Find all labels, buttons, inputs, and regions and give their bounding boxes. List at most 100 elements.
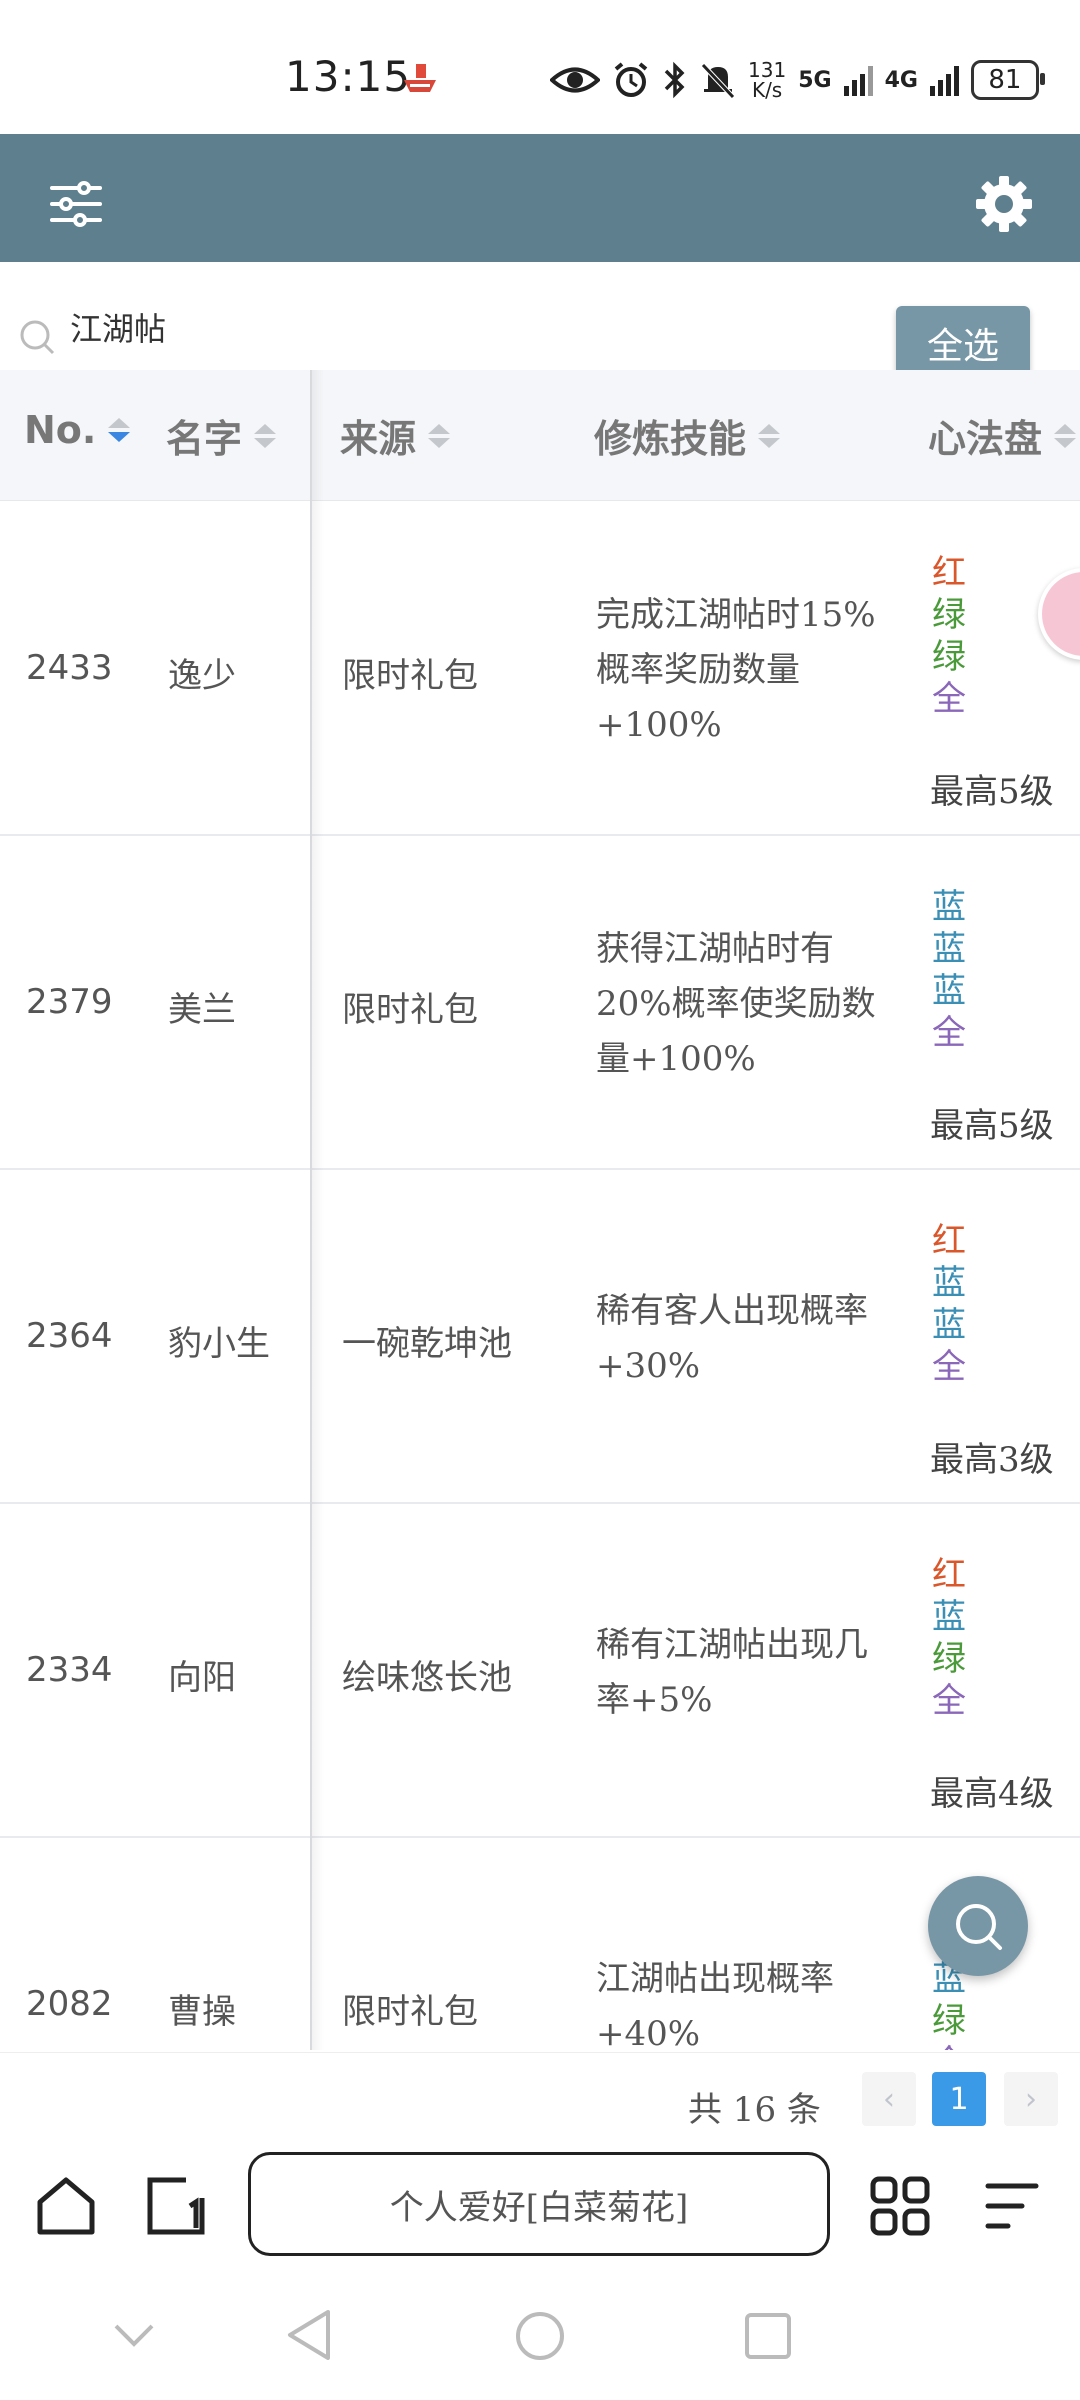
- network-speed: 131 K/s: [748, 60, 786, 100]
- sort-icon[interactable]: [428, 423, 451, 448]
- search-input[interactable]: 江湖帖: [70, 304, 166, 350]
- disk-slot: 全: [932, 1013, 966, 1053]
- next-page-button[interactable]: ›: [1004, 2072, 1058, 2126]
- eye-icon: [550, 67, 600, 93]
- cell-source: 绘味悠长池: [342, 1658, 512, 1698]
- signal-4g-icon: [929, 64, 959, 96]
- recents-icon[interactable]: [744, 2312, 792, 2360]
- bluetooth-icon: [664, 61, 685, 99]
- cell-no: 2334: [26, 1650, 113, 1690]
- home-circle-icon[interactable]: [514, 2310, 566, 2362]
- table-header: [0, 370, 1080, 501]
- cell-name: 向阳: [168, 1658, 236, 1698]
- cell-disk: 红 绿 绿 全: [932, 552, 966, 720]
- tabs-icon[interactable]: [146, 2176, 210, 2236]
- disk-slot: 全: [932, 1681, 966, 1721]
- disk-slot: 全: [932, 679, 966, 719]
- address-bar[interactable]: 个人爱好[白菜菊花]: [248, 2152, 830, 2256]
- network-4g: 4G: [884, 67, 918, 93]
- column-header-source[interactable]: 来源: [340, 408, 451, 463]
- mute-bell-icon: [701, 63, 735, 99]
- table-row[interactable]: 2433 逸少 限时礼包 完成江湖帖时15%概率奖励数量+100% 红 绿 绿 …: [0, 500, 1080, 836]
- cell-level: 最高5级: [930, 772, 1054, 812]
- disk-slot: 红: [932, 1221, 966, 1261]
- column-header-disk-label: 心法盘: [928, 416, 1043, 461]
- network-5g: 5G: [798, 67, 832, 93]
- disk-slot: 绿: [932, 595, 966, 635]
- cell-no: 2379: [26, 982, 113, 1022]
- cell-name: 曹操: [168, 1992, 236, 2032]
- column-header-no-label: No.: [24, 408, 97, 452]
- chevron-down-icon[interactable]: [112, 2320, 156, 2350]
- disk-slot: 绿: [932, 637, 966, 677]
- disk-slot: 蓝: [932, 1597, 966, 1637]
- table-row[interactable]: 2379 美兰 限时礼包 获得江湖帖时有20%概率使奖励数量+100% 蓝 蓝 …: [0, 834, 1080, 1170]
- sort-icon[interactable]: [108, 418, 131, 442]
- cell-skill: 获得江湖帖时有20%概率使奖励数量+100%: [596, 929, 876, 1079]
- search-icon: [956, 1904, 1002, 1950]
- cell-source: 限时礼包: [342, 656, 478, 696]
- speed-unit: K/s: [751, 78, 783, 102]
- column-header-no[interactable]: No.: [24, 408, 131, 452]
- floating-search-button[interactable]: [928, 1876, 1028, 1976]
- pagination: [0, 2052, 1080, 2153]
- cell-no: 2082: [26, 1984, 113, 2024]
- gear-icon[interactable]: [974, 174, 1034, 234]
- cell-name: 豹小生: [168, 1324, 270, 1364]
- disk-slot: 红: [932, 553, 966, 593]
- back-icon[interactable]: [284, 2308, 334, 2362]
- cell-skill: 稀有客人出现概率+30%: [596, 1291, 868, 1386]
- status-icons: 131 K/s 5G 4G 81: [550, 56, 1045, 104]
- disk-slot: 蓝: [932, 971, 966, 1011]
- alarm-icon: [614, 62, 648, 97]
- prev-page-button[interactable]: ‹: [862, 2072, 916, 2126]
- cell-level: 最高4级: [930, 1774, 1054, 1814]
- disk-slot: 蓝: [932, 929, 966, 969]
- cell-skill: 江湖帖出现概率+40%: [596, 1959, 834, 2050]
- cell-source: 限时礼包: [342, 990, 478, 1030]
- column-header-skill[interactable]: 修炼技能: [594, 408, 781, 463]
- disk-slot: 蓝: [932, 1263, 966, 1303]
- search-icon: [20, 320, 55, 355]
- disk-slot: 绿: [932, 2001, 966, 2041]
- cell-source: 限时礼包: [342, 1992, 478, 2032]
- disk-slot: 红: [932, 1555, 966, 1595]
- disk-slot: 全: [932, 1347, 966, 1387]
- speed-value: 131: [748, 58, 787, 82]
- battery-level: 81: [988, 65, 1022, 95]
- column-header-name-label: 名字: [166, 416, 243, 461]
- apps-grid-icon[interactable]: [870, 2176, 930, 2236]
- sort-icon[interactable]: [254, 423, 277, 448]
- disk-slot: 全: [932, 2042, 966, 2050]
- column-header-name[interactable]: 名字: [166, 408, 277, 463]
- disk-slot: 蓝: [932, 1305, 966, 1345]
- fixed-column-shadow: [310, 370, 324, 2050]
- cell-disk: 蓝 蓝 蓝 全: [932, 886, 966, 1054]
- cell-no: 2433: [26, 648, 113, 688]
- status-time: 13:15: [285, 52, 412, 101]
- table-row[interactable]: 2364 豹小生 一碗乾坤池 稀有客人出现概率+30% 红 蓝 蓝 全 最高3级: [0, 1168, 1080, 1504]
- table-row[interactable]: 2334 向阳 绘味悠长池 稀有江湖帖出现几率+5% 红 蓝 绿 全 最高4级: [0, 1502, 1080, 1838]
- sort-icon[interactable]: [1054, 423, 1077, 448]
- menu-icon[interactable]: [984, 2180, 1040, 2232]
- page-1-button[interactable]: 1: [932, 2072, 986, 2126]
- cell-disk: 红 蓝 蓝 全: [932, 1220, 966, 1388]
- disk-slot: 蓝: [932, 887, 966, 927]
- boat-icon: [404, 64, 436, 92]
- cell-disk: 红 蓝 绿 全: [932, 1554, 966, 1722]
- filter-sliders-icon[interactable]: [50, 180, 102, 228]
- cell-level: 最高5级: [930, 1106, 1054, 1146]
- table-row[interactable]: 2082 曹操 限时礼包 江湖帖出现概率+40% 蓝 绿 全: [0, 1836, 1080, 2050]
- cell-name: 逸少: [168, 656, 236, 696]
- cell-no: 2364: [26, 1316, 113, 1356]
- select-all-button[interactable]: 全选: [896, 306, 1030, 380]
- battery-icon: 81: [970, 60, 1045, 100]
- column-header-skill-label: 修炼技能: [594, 416, 747, 461]
- home-icon[interactable]: [34, 2176, 98, 2236]
- column-header-source-label: 来源: [340, 416, 417, 461]
- sort-icon[interactable]: [758, 423, 781, 448]
- cell-skill: 稀有江湖帖出现几率+5%: [596, 1625, 868, 1720]
- cell-name: 美兰: [168, 990, 236, 1030]
- column-header-disk[interactable]: 心法盘: [928, 408, 1077, 463]
- cell-skill: 完成江湖帖时15%概率奖励数量+100%: [596, 595, 876, 745]
